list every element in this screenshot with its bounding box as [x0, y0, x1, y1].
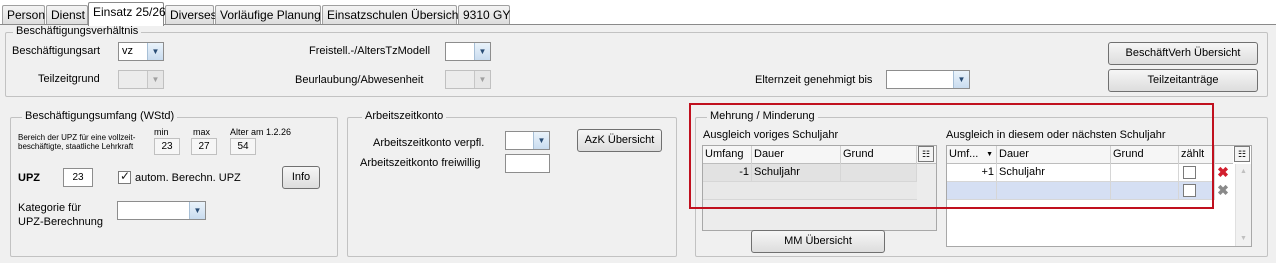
chevron-down-icon[interactable]: ▼: [147, 43, 163, 60]
column-chooser-icon[interactable]: ☷: [1234, 146, 1250, 162]
scroll-up-icon[interactable]: ▲: [1236, 164, 1251, 179]
chevron-down-icon[interactable]: ▼: [474, 43, 490, 60]
alter-value: 54: [230, 138, 256, 155]
teilzeitgrund-label: Teilzeitgrund: [38, 73, 100, 85]
autom-berechn-checkbox[interactable]: [118, 169, 131, 184]
info-button[interactable]: Info: [282, 166, 320, 189]
delete-row-icon[interactable]: ✖: [1215, 165, 1231, 180]
elternzeit-date[interactable]: ▼: [886, 70, 970, 89]
teilzeitantraege-button[interactable]: Teilzeitanträge: [1108, 69, 1258, 92]
tab-bar: Person Dienst Einsatz 25/26 Diverses Vor…: [0, 0, 1276, 26]
beurlaubung-select[interactable]: ▼: [445, 70, 491, 89]
beschaeftigungsverhaeltnis-title: Beschäftigungsverhältnis: [13, 25, 142, 37]
tab-einsatz[interactable]: Einsatz 25/26: [88, 2, 166, 26]
azk-freiwillig-label: Arbeitszeitkonto freiwillig: [360, 157, 481, 169]
tab-9310-gy[interactable]: 9310 GY: [458, 5, 510, 25]
tab-vorlaeufige-planung[interactable]: Vorläufige Planung: [215, 5, 321, 25]
beschaeftigungsumfang-title: Beschäftigungsumfang (WStd): [22, 110, 178, 122]
alter-label: Alter am 1.2.26: [230, 127, 292, 137]
delete-row-icon[interactable]: ✖: [1215, 183, 1231, 198]
chevron-down-icon[interactable]: ▼: [953, 71, 969, 88]
beschaeftigungsart-label: Beschäftigungsart: [12, 45, 101, 57]
highlight-frame: [689, 103, 1214, 209]
beschaeftigungsverhaeltnis-group: [5, 32, 1268, 97]
kategorie-select[interactable]: ▼: [117, 201, 206, 220]
min-label: min: [154, 127, 169, 137]
max-label: max: [193, 127, 211, 137]
tab-person[interactable]: Person: [2, 5, 45, 25]
kategorie-label-line2: UPZ-Berechnung: [18, 216, 103, 228]
arbeitszeitkonto-title: Arbeitszeitkonto: [362, 110, 447, 122]
azk-freiwillig-input[interactable]: [505, 154, 550, 173]
tab-diverses[interactable]: Diverses: [165, 5, 217, 25]
tab-einsatzschulen-uebersicht[interactable]: Einsatzschulen Übersicht: [322, 5, 462, 25]
min-value: 23: [154, 138, 180, 155]
upz-input[interactable]: 23: [63, 168, 93, 187]
teilzeitgrund-select[interactable]: ▼: [118, 70, 164, 89]
chevron-down-icon[interactable]: ▼: [189, 202, 205, 219]
beschaeftigungsart-value: vz: [122, 45, 133, 57]
beschaeftigungsart-select[interactable]: vz ▼: [118, 42, 164, 61]
upz-label: UPZ: [18, 172, 40, 184]
upz-bereich-text: Bereich der UPZ für eine vollzeit-beschä…: [18, 133, 136, 151]
max-value: 27: [191, 138, 217, 155]
azk-verpfl-select[interactable]: ▼: [505, 131, 550, 150]
tab-dienst[interactable]: Dienst: [46, 5, 88, 25]
azk-verpfl-label: Arbeitszeitkonto verpfl.: [373, 137, 485, 149]
elternzeit-label: Elternzeit genehmigt bis: [755, 74, 873, 86]
vertical-scrollbar[interactable]: ▲ ▼: [1235, 164, 1251, 246]
mm-uebersicht-button[interactable]: MM Übersicht: [751, 230, 885, 253]
kategorie-label-line1: Kategorie für: [18, 202, 81, 214]
scroll-down-icon[interactable]: ▼: [1236, 231, 1251, 246]
freistell-select[interactable]: ▼: [445, 42, 491, 61]
freistell-label: Freistell.-/AltersTzModell: [309, 45, 431, 57]
autom-berechn-label: autom. Berechn. UPZ: [135, 172, 241, 184]
beurlaubung-label: Beurlaubung/Abwesenheit: [295, 74, 424, 86]
azk-uebersicht-button[interactable]: AzK Übersicht: [577, 129, 662, 152]
beschaeftverh-uebersicht-button[interactable]: BeschäftVerh Übersicht: [1108, 42, 1258, 65]
chevron-down-icon[interactable]: ▼: [474, 71, 490, 88]
chevron-down-icon[interactable]: ▼: [533, 132, 549, 149]
chevron-down-icon[interactable]: ▼: [147, 71, 163, 88]
